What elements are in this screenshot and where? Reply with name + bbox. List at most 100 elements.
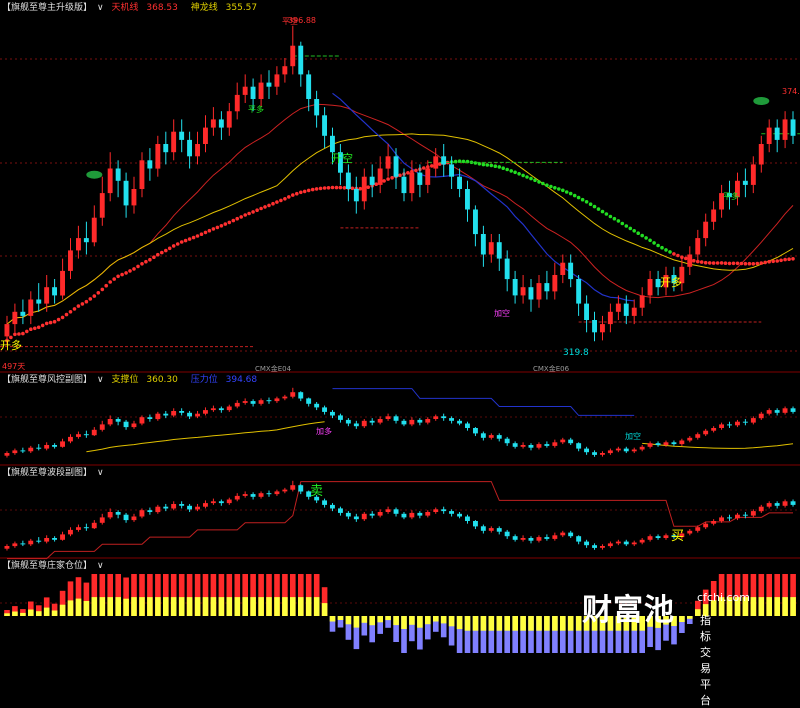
wave-candle xyxy=(290,485,296,490)
chevron-down-icon[interactable]: ∨ xyxy=(97,375,104,385)
trend-dot-red xyxy=(187,237,192,241)
trend-dot-green xyxy=(576,195,581,200)
trend-dot-red xyxy=(144,259,148,264)
candle-up xyxy=(99,193,105,218)
candle-up xyxy=(91,217,97,243)
wave-candle xyxy=(488,528,494,531)
watermark-brand: 财富池 xyxy=(582,593,675,628)
position-bar-yellow xyxy=(782,597,788,616)
wave-candle xyxy=(774,503,780,506)
risk-candle xyxy=(290,392,296,397)
risk-candle xyxy=(727,424,732,426)
trend-dot-green xyxy=(521,173,525,178)
chevron-down-icon[interactable]: ∨ xyxy=(97,561,104,571)
trend-dot-red xyxy=(306,188,311,193)
risk-candle xyxy=(607,450,613,454)
risk-candle xyxy=(353,423,359,427)
risk-candle xyxy=(671,442,677,445)
risk-candle xyxy=(766,410,772,414)
trend-dot-red xyxy=(291,193,295,197)
trend-dot-red xyxy=(672,252,676,256)
candle-down xyxy=(441,156,447,165)
chevron-down-icon[interactable]: ∨ xyxy=(97,468,104,478)
wave-candle xyxy=(322,500,327,505)
candle-up xyxy=(552,275,558,292)
panel1-name: 【旗舰至尊主升级版】 xyxy=(2,3,93,13)
risk-candle xyxy=(560,439,566,443)
trend-dot-green xyxy=(572,193,577,198)
position-bar-yellow xyxy=(504,616,510,631)
trend-dot-green xyxy=(525,175,529,179)
candle-up xyxy=(234,94,240,112)
candle-up xyxy=(60,270,65,296)
trend-dot-green xyxy=(489,163,494,168)
trend-dot-green xyxy=(636,231,640,235)
risk-candle xyxy=(711,428,717,431)
wave-candle xyxy=(465,516,470,521)
trend-dot-green xyxy=(668,250,672,254)
watermark: 财富池 cfchi.com 指标交易平台 xyxy=(582,585,750,707)
wave-candle xyxy=(750,511,756,516)
risk-candle xyxy=(179,411,185,413)
risk-candle xyxy=(750,418,756,423)
wave-candle xyxy=(647,536,653,540)
risk-candle xyxy=(576,443,582,449)
wave-candle xyxy=(552,535,558,539)
candle-down xyxy=(592,320,597,333)
trend-dot-green xyxy=(561,188,565,193)
signal-add-short: 加空 xyxy=(494,309,510,318)
trend-dot-red xyxy=(783,257,787,262)
position-bar-yellow xyxy=(115,597,121,616)
trend-dot-red xyxy=(251,210,255,214)
wave-candle xyxy=(401,513,407,518)
candle-down xyxy=(496,242,502,259)
candle-up xyxy=(607,311,613,325)
candle-up xyxy=(750,164,756,185)
trend-dot-red xyxy=(330,185,335,190)
trend-dot-red xyxy=(703,260,708,265)
wave-candle xyxy=(520,538,526,540)
candle-up xyxy=(68,250,73,271)
trend-dot-red xyxy=(48,320,53,325)
risk-candle xyxy=(242,401,248,403)
trend-dot-red xyxy=(735,261,740,266)
candle-down xyxy=(623,303,629,316)
risk-candle xyxy=(163,413,169,416)
trend-dot-red xyxy=(715,261,720,265)
trend-dot-red xyxy=(723,261,728,266)
trend-dot-red xyxy=(398,173,402,178)
watermark-sub: 指标交易平台 xyxy=(700,614,711,707)
wave-candle xyxy=(60,534,65,540)
position-bar-yellow xyxy=(298,597,304,616)
trend-dot-red xyxy=(279,198,283,203)
chevron-down-icon[interactable]: ∨ xyxy=(97,3,104,13)
trend-dot-green xyxy=(660,245,664,250)
trend-dot-green xyxy=(656,243,660,248)
trend-dot-red xyxy=(100,287,105,292)
candle-up xyxy=(44,287,50,304)
candle-down xyxy=(266,82,272,87)
wave-candle xyxy=(147,510,153,512)
position-bar-yellow xyxy=(139,597,145,616)
panel3-header: 【旗舰至尊波段副图】 ∨ xyxy=(2,467,109,479)
candle-down xyxy=(544,283,550,292)
wave-candle xyxy=(584,541,589,546)
candle-up xyxy=(782,119,788,140)
wave-candle xyxy=(480,526,486,531)
panel4-header: 【旗舰至尊庄家仓位】 ∨ xyxy=(2,560,109,572)
trend-dot-red xyxy=(299,190,303,195)
risk-candle xyxy=(433,416,439,419)
position-bar-yellow xyxy=(83,601,90,616)
trend-dot-red xyxy=(112,277,116,281)
position-bar-yellow xyxy=(99,597,106,616)
position-bar-yellow xyxy=(131,597,137,616)
position-bar-yellow xyxy=(766,597,772,616)
wave-candle xyxy=(711,521,717,524)
position-bar-yellow xyxy=(210,597,217,616)
position-bar-yellow xyxy=(290,597,296,616)
trend-dot-red xyxy=(338,185,343,190)
wave-candle xyxy=(441,509,447,512)
trend-dot-red xyxy=(68,310,73,314)
risk-candle xyxy=(687,437,693,441)
trend-dot-green xyxy=(608,214,613,219)
